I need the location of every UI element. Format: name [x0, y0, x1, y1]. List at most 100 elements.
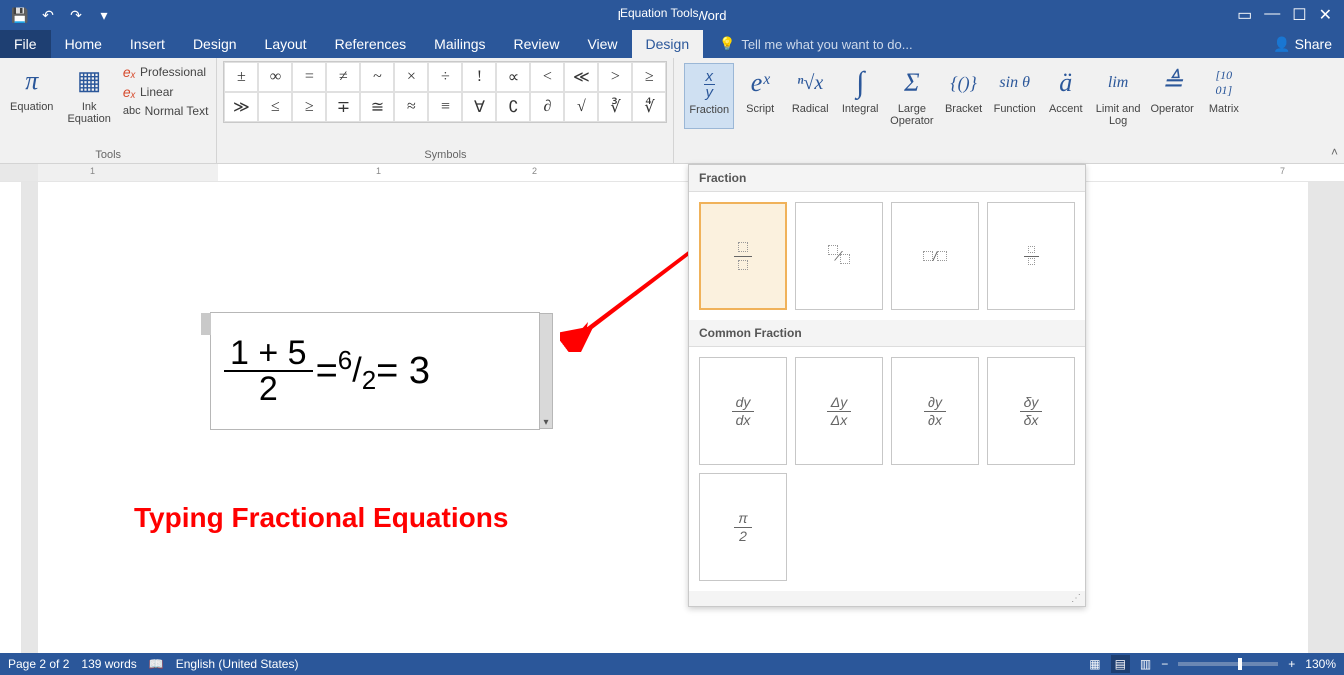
close-icon[interactable]: ✕	[1319, 5, 1332, 25]
tab-home[interactable]: Home	[51, 30, 116, 58]
limit-log-button[interactable]: limLimit and Log	[1092, 63, 1145, 129]
qat-dropdown-icon[interactable]: ▾	[92, 3, 116, 27]
word-count[interactable]: 139 words	[81, 657, 136, 671]
symbol-cell[interactable]: =	[292, 62, 326, 92]
small-fraction-option[interactable]	[987, 202, 1075, 310]
linear-button[interactable]: eₓLinear	[121, 83, 211, 101]
common-fraction-option[interactable]: π2	[699, 473, 787, 581]
redo-icon[interactable]: ↷	[64, 3, 88, 27]
tab-insert[interactable]: Insert	[116, 30, 179, 58]
read-mode-icon[interactable]: ▦	[1089, 657, 1100, 671]
symbol-cell[interactable]: ≠	[326, 62, 360, 92]
ruler-mark: 1	[376, 166, 381, 176]
symbol-cell[interactable]: ×	[394, 62, 428, 92]
web-layout-icon[interactable]: ▥	[1140, 657, 1151, 671]
symbol-cell[interactable]: ≅	[360, 92, 394, 122]
symbol-cell[interactable]: <	[530, 62, 564, 92]
symbol-cell[interactable]: ~	[360, 62, 394, 92]
symbol-cell[interactable]: ≫	[224, 92, 258, 122]
tab-design[interactable]: Design	[179, 30, 251, 58]
symbol-cell[interactable]: ∛	[598, 92, 632, 122]
zoom-in-icon[interactable]: +	[1288, 657, 1295, 671]
symbol-cell[interactable]: ∓	[326, 92, 360, 122]
tell-me-box[interactable]: 💡 Tell me what you want to do...	[703, 30, 1261, 58]
page-indicator[interactable]: Page 2 of 2	[8, 657, 69, 671]
equation-button[interactable]: π Equation	[6, 61, 57, 147]
share-button[interactable]: 👤 Share	[1261, 30, 1344, 58]
ribbon-tabs: File Home Insert Design Layout Reference…	[0, 30, 1344, 58]
status-bar: Page 2 of 2 139 words 📖 English (United …	[0, 653, 1344, 675]
common-fraction-option[interactable]: ΔyΔx	[795, 357, 883, 465]
symbol-cell[interactable]: ≈	[394, 92, 428, 122]
large-operator-button[interactable]: ΣLarge Operator	[886, 63, 937, 129]
common-fraction-option[interactable]: dydx	[699, 357, 787, 465]
symbol-cell[interactable]: ∀	[462, 92, 496, 122]
symbol-cell[interactable]: ±	[224, 62, 258, 92]
accent-button[interactable]: äAccent	[1042, 63, 1090, 129]
page[interactable]: 1 + 5 2 = 6/2 = 3 ▾ Typing Fractional Eq…	[38, 182, 1308, 653]
equation-editor[interactable]: 1 + 5 2 = 6/2 = 3 ▾	[210, 312, 540, 430]
collapse-ribbon-icon[interactable]: ˄	[1331, 145, 1338, 159]
tab-mailings[interactable]: Mailings	[420, 30, 499, 58]
symbol-cell[interactable]: ≪	[564, 62, 598, 92]
symbol-cell[interactable]: ≤	[258, 92, 292, 122]
tab-file[interactable]: File	[0, 30, 51, 58]
undo-icon[interactable]: ↶	[36, 3, 60, 27]
ruler-mark: 1	[90, 166, 95, 176]
zoom-slider[interactable]	[1178, 662, 1278, 666]
equation-handle[interactable]	[201, 313, 211, 335]
zoom-out-icon[interactable]: −	[1161, 657, 1168, 671]
ink-equation-button[interactable]: ▦ Ink Equation	[63, 61, 114, 147]
spellcheck-icon[interactable]: 📖	[149, 657, 164, 671]
radical-button[interactable]: ⁿ√xRadical	[786, 63, 834, 129]
language-indicator[interactable]: English (United States)	[176, 657, 299, 671]
matrix-button[interactable]: [10 01]Matrix	[1200, 63, 1248, 129]
symbol-cell[interactable]: ≥	[632, 62, 666, 92]
bracket-button[interactable]: {()}Bracket	[940, 63, 988, 129]
fraction-label: Fraction	[689, 104, 729, 116]
zoom-percent[interactable]: 130%	[1305, 657, 1336, 671]
lightbulb-icon: 💡	[719, 36, 735, 52]
limit-icon: lim	[1108, 65, 1128, 101]
symbol-cell[interactable]: ≡	[428, 92, 462, 122]
tab-layout[interactable]: Layout	[251, 30, 321, 58]
function-button[interactable]: sin θFunction	[990, 63, 1040, 129]
ribbon-options-icon[interactable]: ▭	[1237, 5, 1252, 25]
save-icon[interactable]: 💾	[8, 3, 32, 27]
symbol-cell[interactable]: √	[564, 92, 598, 122]
tab-references[interactable]: References	[321, 30, 421, 58]
skewed-fraction[interactable]: 6/2	[338, 345, 376, 396]
stacked-fraction[interactable]: 1 + 5 2	[224, 336, 313, 406]
normal-text-button[interactable]: abcNormal Text	[121, 103, 211, 119]
common-fraction-option[interactable]: ∂y∂x	[891, 357, 979, 465]
stacked-fraction-option[interactable]	[699, 202, 787, 310]
script-button[interactable]: eˣScript	[736, 63, 784, 129]
symbol-cell[interactable]: ∁	[496, 92, 530, 122]
print-layout-icon[interactable]: ▤	[1111, 655, 1130, 673]
operator-button[interactable]: ≜Operator	[1146, 63, 1197, 129]
minimize-icon[interactable]: —	[1264, 5, 1280, 25]
common-fraction-option[interactable]: δyδx	[987, 357, 1075, 465]
integral-button[interactable]: ∫Integral	[836, 63, 884, 129]
skewed-fraction-option[interactable]: ⁄	[795, 202, 883, 310]
symbol-cell[interactable]: ÷	[428, 62, 462, 92]
tab-view[interactable]: View	[573, 30, 631, 58]
symbol-cell[interactable]: >	[598, 62, 632, 92]
symbol-cell[interactable]: !	[462, 62, 496, 92]
equation-options-dropdown[interactable]: ▾	[539, 313, 553, 429]
tab-equation-design[interactable]: Design	[632, 30, 704, 58]
maximize-icon[interactable]: ☐	[1292, 5, 1306, 25]
tab-review[interactable]: Review	[500, 30, 574, 58]
symbol-cell[interactable]: ∂	[530, 92, 564, 122]
function-icon: sin θ	[999, 65, 1030, 101]
ink-equation-label: Ink Equation	[67, 101, 110, 125]
linear-fraction-option[interactable]: /	[891, 202, 979, 310]
gallery-resize-handle[interactable]: ⋰	[689, 591, 1085, 606]
fraction-button[interactable]: xy Fraction	[684, 63, 734, 129]
tell-me-placeholder: Tell me what you want to do...	[741, 37, 912, 52]
symbol-cell[interactable]: ∜	[632, 92, 666, 122]
symbol-cell[interactable]: ∞	[258, 62, 292, 92]
symbol-cell[interactable]: ∝	[496, 62, 530, 92]
professional-button[interactable]: eₓProfessional	[121, 63, 211, 81]
symbol-cell[interactable]: ≥	[292, 92, 326, 122]
